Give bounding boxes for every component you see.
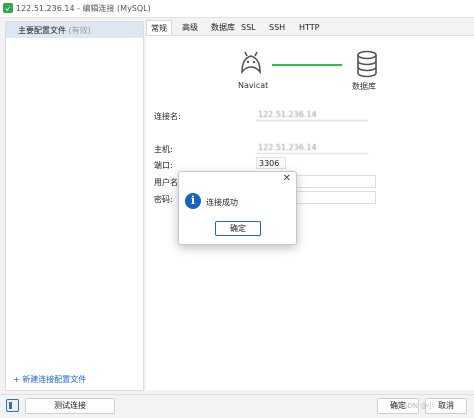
profile-item-main[interactable]: 主要配置文件 (有效)	[6, 22, 143, 38]
app-icon	[3, 3, 13, 13]
host-input[interactable]: 122.51.236.14	[256, 142, 368, 154]
host-label: 主机:	[154, 145, 173, 154]
connection-line	[272, 64, 342, 66]
port-label: 端口:	[154, 161, 173, 170]
database-label: 数据库	[352, 82, 376, 91]
title-bar: 122.51.236.14 - 编辑连接 (MySQL)	[0, 0, 474, 18]
username-label: 用户名	[154, 178, 178, 187]
tab-database[interactable]: 数据库	[211, 21, 235, 34]
navicat-icon	[241, 51, 261, 75]
tab-general[interactable]: 常规	[146, 20, 172, 36]
profile-label: 主要配置文件	[18, 26, 66, 35]
window-title: 122.51.236.14 - 编辑连接 (MySQL)	[16, 4, 151, 13]
database-icon	[357, 50, 377, 78]
profile-list: 主要配置文件 (有效)	[5, 21, 144, 391]
panel-toggle-icon[interactable]	[6, 399, 19, 412]
tab-advanced[interactable]: 高级	[182, 21, 198, 34]
profile-status: (有效)	[68, 26, 91, 35]
tab-ssl[interactable]: SSL	[241, 21, 256, 34]
tab-http[interactable]: HTTP	[299, 21, 319, 34]
tab-bar: 常规 高级 数据库 SSL SSH HTTP	[146, 20, 474, 36]
success-dialog: ✕ i 连接成功 确定	[178, 171, 297, 245]
dialog-message: 连接成功	[206, 198, 238, 207]
port-input[interactable]: 3306	[256, 157, 286, 169]
conn-name-label: 连接名:	[154, 112, 181, 121]
test-connection-button[interactable]: 测试连接	[25, 398, 115, 414]
navicat-label: Navicat	[238, 81, 269, 90]
close-icon[interactable]: ✕	[283, 174, 291, 184]
info-icon: i	[185, 193, 201, 209]
password-label: 密码:	[154, 195, 173, 204]
conn-name-input[interactable]: 122.51.236.14	[256, 109, 368, 121]
tab-ssh[interactable]: SSH	[269, 21, 285, 34]
watermark: CSDN @小 一 事	[398, 402, 453, 410]
connection-diagram: Navicat 数据库	[238, 48, 388, 92]
dialog-ok-button[interactable]: 确定	[215, 221, 261, 236]
new-profile-link[interactable]: + 新建连接配置文件	[13, 374, 86, 385]
